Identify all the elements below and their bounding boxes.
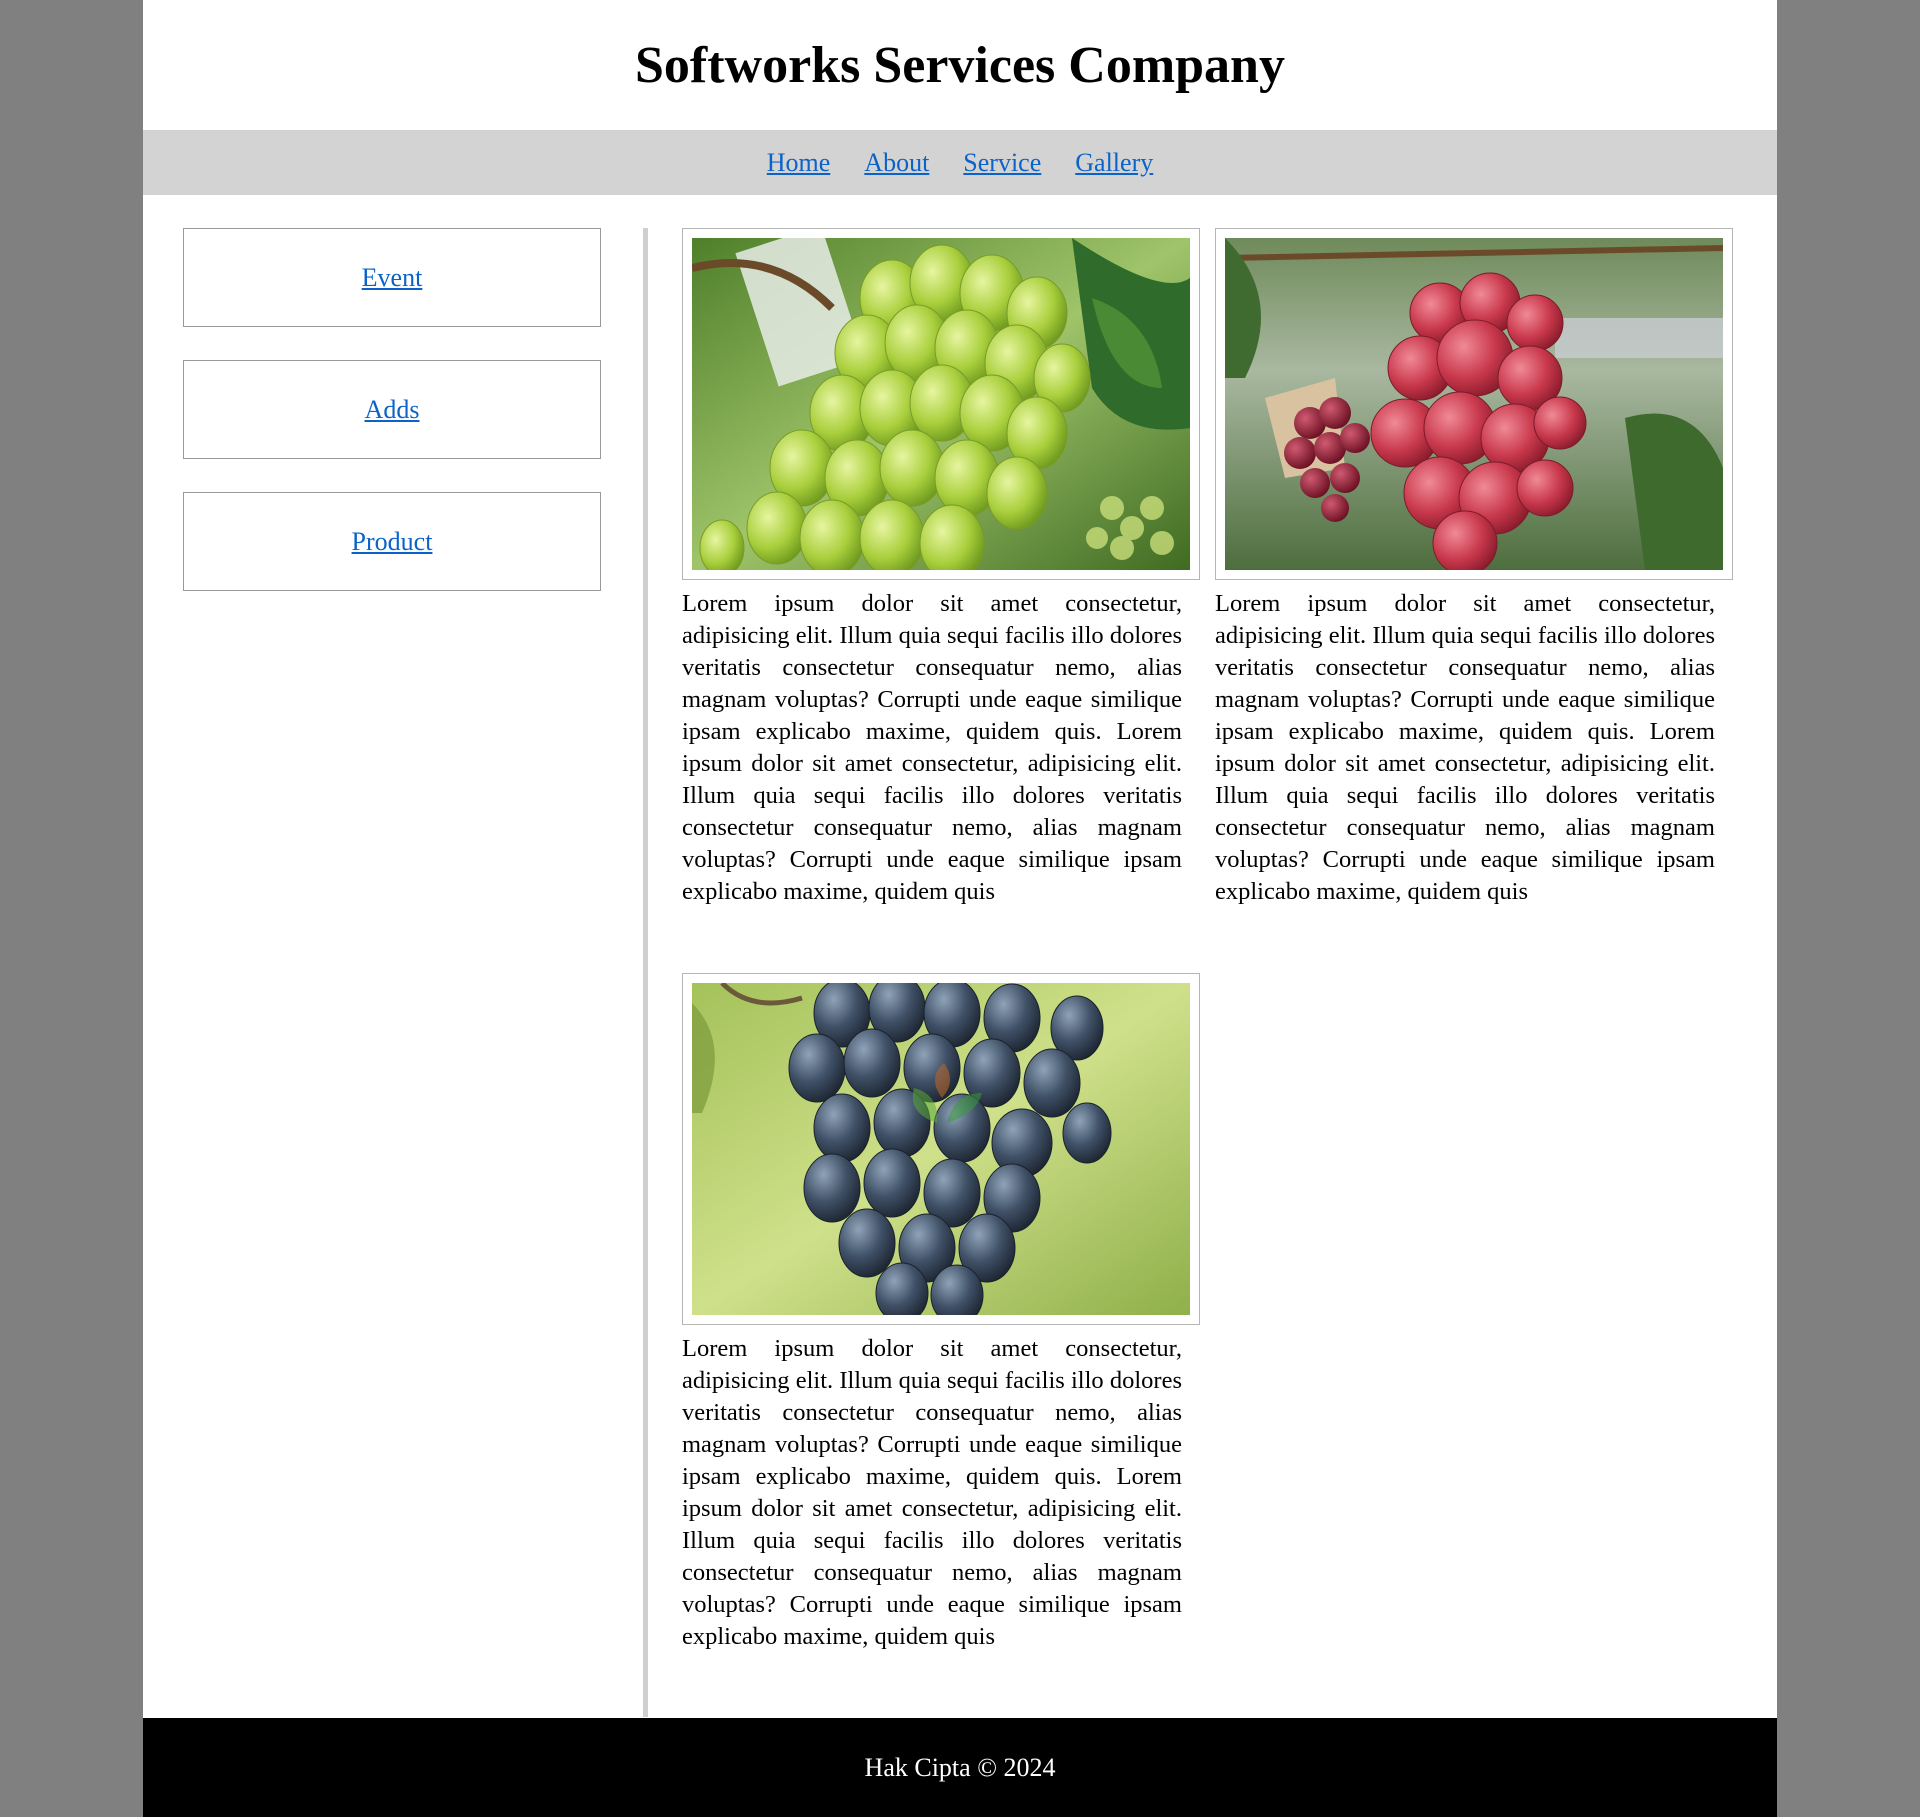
site-footer: Hak Cipta © 2024	[143, 1718, 1777, 1817]
main-nav: Home About Service Gallery	[143, 130, 1777, 195]
sidebar-item-event: Event	[183, 228, 601, 327]
image-frame	[682, 973, 1200, 1325]
gallery-card: Lorem ipsum dolor sit amet consectetur, …	[1215, 228, 1733, 908]
sidebar: Event Adds Product	[183, 228, 603, 624]
sidebar-item-product: Product	[183, 492, 601, 591]
nav-link-about[interactable]: About	[864, 148, 929, 178]
nav-link-home[interactable]: Home	[767, 148, 831, 178]
image-frame	[682, 228, 1200, 580]
gallery-card: Lorem ipsum dolor sit amet consectetur, …	[682, 228, 1200, 908]
main-content: Event Adds Product Lorem ipsum dolor sit…	[143, 195, 1777, 1717]
card-text: Lorem ipsum dolor sit amet consectetur, …	[682, 1335, 1182, 1650]
sidebar-link-product[interactable]: Product	[352, 527, 433, 557]
page-title: Softworks Services Company	[635, 36, 1285, 94]
site-header: Softworks Services Company	[143, 0, 1777, 130]
sidebar-item-adds: Adds	[183, 360, 601, 459]
card-text: Lorem ipsum dolor sit amet consectetur, …	[1215, 590, 1715, 905]
gallery-card: Lorem ipsum dolor sit amet consectetur, …	[682, 973, 1200, 1653]
black-grapes-photo	[692, 983, 1190, 1315]
copyright-text: Hak Cipta © 2024	[864, 1752, 1056, 1782]
sidebar-link-adds[interactable]: Adds	[365, 395, 420, 425]
red-grapes-photo	[1225, 238, 1723, 570]
vertical-divider	[643, 228, 648, 1717]
image-frame	[1215, 228, 1733, 580]
nav-link-gallery[interactable]: Gallery	[1075, 148, 1153, 178]
card-text: Lorem ipsum dolor sit amet consectetur, …	[682, 590, 1182, 905]
page-container: Softworks Services Company Home About Se…	[143, 0, 1777, 1817]
nav-link-service[interactable]: Service	[963, 148, 1041, 178]
green-grapes-photo	[692, 238, 1190, 570]
sidebar-link-event[interactable]: Event	[362, 263, 423, 293]
